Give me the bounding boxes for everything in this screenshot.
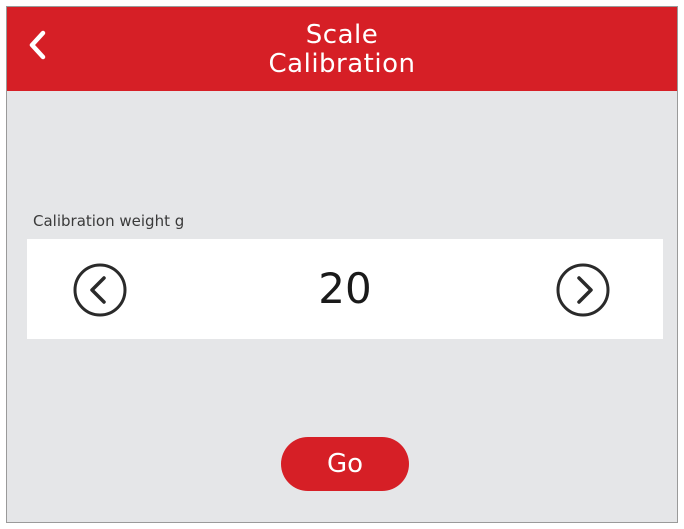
page-title-line-1: Scale	[305, 20, 379, 50]
calibration-weight-label: Calibration weight g	[33, 212, 185, 230]
screen: Scale Calibration Calibration weight g 2…	[6, 6, 678, 523]
page-title: Scale Calibration	[7, 21, 677, 79]
page-title-line-2: Calibration	[268, 49, 416, 79]
header-bar: Scale Calibration	[7, 7, 677, 91]
calibration-weight-stepper: 20	[27, 239, 663, 339]
go-button[interactable]: Go	[281, 437, 409, 491]
circle-chevron-right-icon	[556, 263, 610, 317]
increase-button[interactable]	[555, 262, 611, 318]
